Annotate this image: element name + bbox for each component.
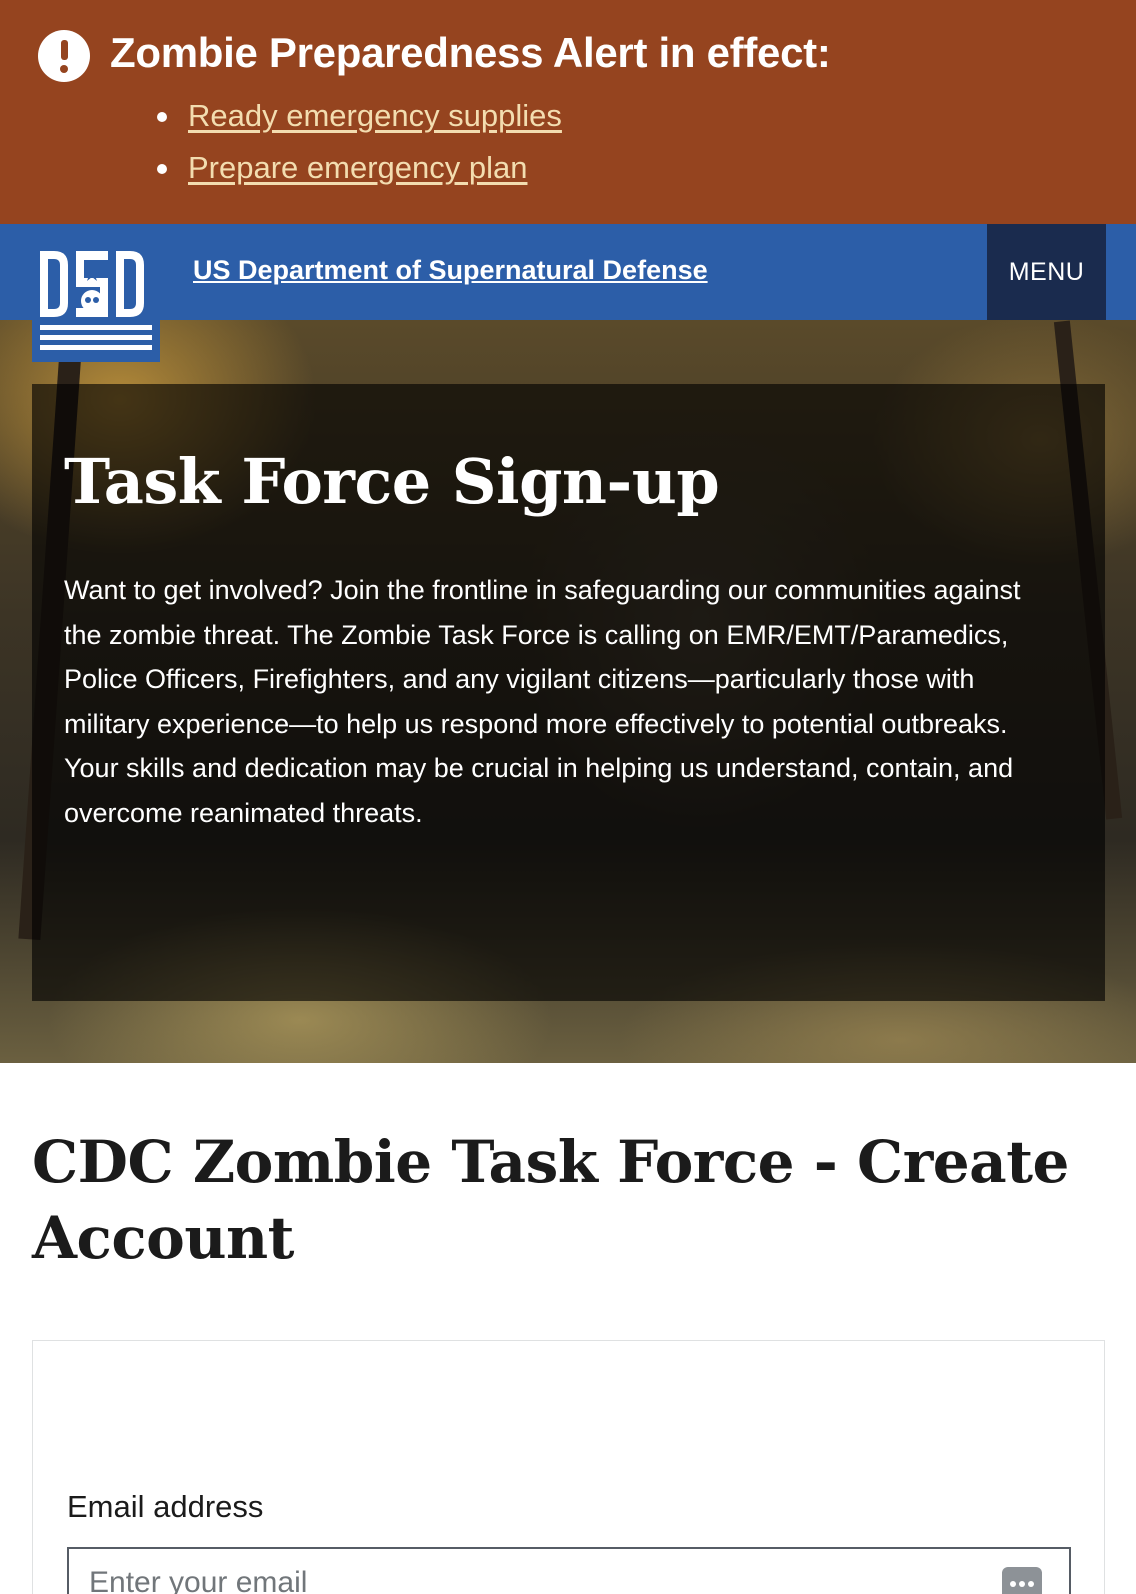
create-account-form: Email address <box>32 1340 1105 1594</box>
hero-description: Want to get involved? Join the frontline… <box>64 575 1021 828</box>
hero-title: Task Force Sign-up <box>64 445 720 518</box>
hero-section: Task Force Sign-up Want to get involved?… <box>0 320 1136 1063</box>
email-label: Email address <box>67 1489 264 1524</box>
alert-title: Zombie Preparedness Alert in effect: <box>110 29 831 76</box>
menu-button[interactable]: MENU <box>987 224 1106 320</box>
exclamation-circle-icon <box>38 30 90 82</box>
email-field[interactable] <box>67 1547 1071 1594</box>
bullet-icon <box>157 164 167 174</box>
bullet-icon <box>157 112 167 122</box>
site-title[interactable]: US Department of Supernatural Defense <box>193 252 708 288</box>
alert-banner: Zombie Preparedness Alert in effect: Rea… <box>0 0 1136 224</box>
dsd-logo[interactable] <box>32 243 160 362</box>
site-header: US Department of Supernatural Defense <box>0 224 1136 320</box>
password-manager-icon[interactable] <box>1002 1567 1042 1594</box>
page-title: CDC Zombie Task Force - Create Account <box>32 1128 1069 1272</box>
prepare-plan-link[interactable]: Prepare emergency plan <box>188 146 527 190</box>
ready-supplies-link[interactable]: Ready emergency supplies <box>188 94 562 138</box>
